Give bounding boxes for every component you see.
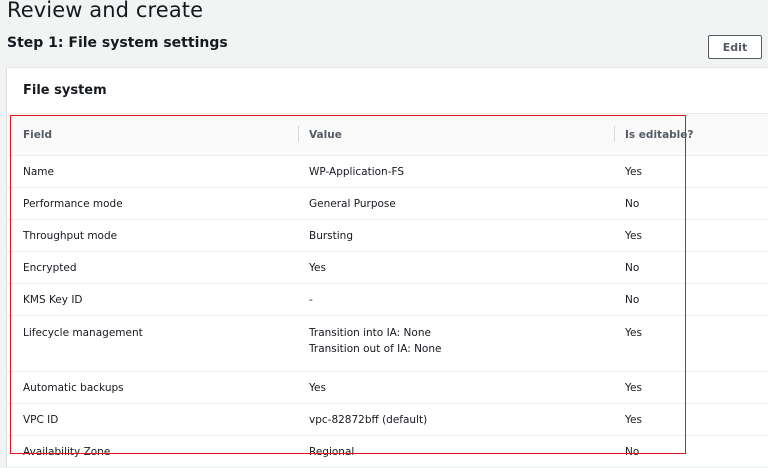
value-cell: General Purpose xyxy=(298,187,614,220)
column-header-field: Field xyxy=(7,114,298,156)
field-cell: Availability Zone xyxy=(7,435,298,468)
value-cell: - xyxy=(298,283,614,316)
value-line: Transition out of IA: None xyxy=(309,343,442,355)
editable-cell: No xyxy=(614,435,768,468)
value-cell: vpc-82872bff (default) xyxy=(298,403,614,436)
value-line: General Purpose xyxy=(309,197,396,210)
table-row: Name WP-Application-FS Yes xyxy=(7,155,768,188)
editable-cell: No xyxy=(614,251,768,284)
value-line: WP-Application-FS xyxy=(309,165,405,178)
table-row: Availability Zone Regional No xyxy=(7,435,768,468)
field-cell: Performance mode xyxy=(7,187,298,220)
file-system-panel: File system Field Value Is editable? Nam… xyxy=(7,68,768,468)
panel-header: File system xyxy=(7,68,768,114)
field-cell: Encrypted xyxy=(7,251,298,284)
value-line: Transition into IA: None xyxy=(309,327,431,339)
value-cell: WP-Application-FS xyxy=(298,155,614,188)
field-cell: VPC ID xyxy=(7,403,298,436)
value-cell: Transition into IA: None Transition out o… xyxy=(298,315,614,372)
field-cell: Name xyxy=(7,155,298,188)
editable-cell: Yes xyxy=(614,219,768,252)
value-cell: Yes xyxy=(298,251,614,284)
edit-button[interactable]: Edit xyxy=(708,35,762,59)
editable-cell: No xyxy=(614,187,768,220)
field-cell: Automatic backups xyxy=(7,371,298,404)
table-row: VPC ID vpc-82872bff (default) Yes xyxy=(7,403,768,436)
table-row: Encrypted Yes No xyxy=(7,251,768,284)
step-title: Step 1: File system settings xyxy=(7,35,228,51)
field-cell: Throughput mode xyxy=(7,219,298,252)
table-row: Automatic backups Yes Yes xyxy=(7,371,768,404)
column-header-value: Value xyxy=(298,114,614,156)
editable-cell: Yes xyxy=(614,315,768,372)
value-line: vpc-82872bff (default) xyxy=(309,413,428,426)
table-row: KMS Key ID - No xyxy=(7,283,768,316)
editable-cell: Yes xyxy=(614,403,768,436)
table-body: Name WP-Application-FS Yes Performance mode… xyxy=(7,155,768,468)
editable-cell: Yes xyxy=(614,371,768,404)
settings-table: Field Value Is editable? Name WP-Applicat… xyxy=(7,114,768,468)
column-divider xyxy=(614,126,615,142)
field-cell: KMS Key ID xyxy=(7,283,298,316)
column-divider xyxy=(298,126,299,142)
value-line: Yes xyxy=(309,261,326,274)
table-row: Performance mode General Purpose No xyxy=(7,187,768,220)
value-line: Bursting xyxy=(309,229,353,242)
value-cell: Yes xyxy=(298,371,614,404)
editable-cell: Yes xyxy=(614,155,768,188)
value-cell: Regional xyxy=(298,435,614,468)
panel-title: File system xyxy=(23,83,107,98)
field-cell: Lifecycle management xyxy=(7,315,298,372)
column-header-editable-label: Is editable? xyxy=(625,128,694,141)
table-row: Lifecycle management Transition into IA: … xyxy=(7,315,768,372)
value-line: - xyxy=(309,293,313,306)
page-title: Review and create xyxy=(7,0,204,22)
column-header-editable: Is editable? xyxy=(614,114,768,156)
table-row: Throughput mode Bursting Yes xyxy=(7,219,768,252)
table-header-row: Field Value Is editable? xyxy=(7,114,768,156)
value-cell: Bursting xyxy=(298,219,614,252)
column-header-value-label: Value xyxy=(309,128,342,141)
value-line: Yes xyxy=(309,381,326,394)
value-line: Regional xyxy=(309,445,355,458)
editable-cell: No xyxy=(614,283,768,316)
